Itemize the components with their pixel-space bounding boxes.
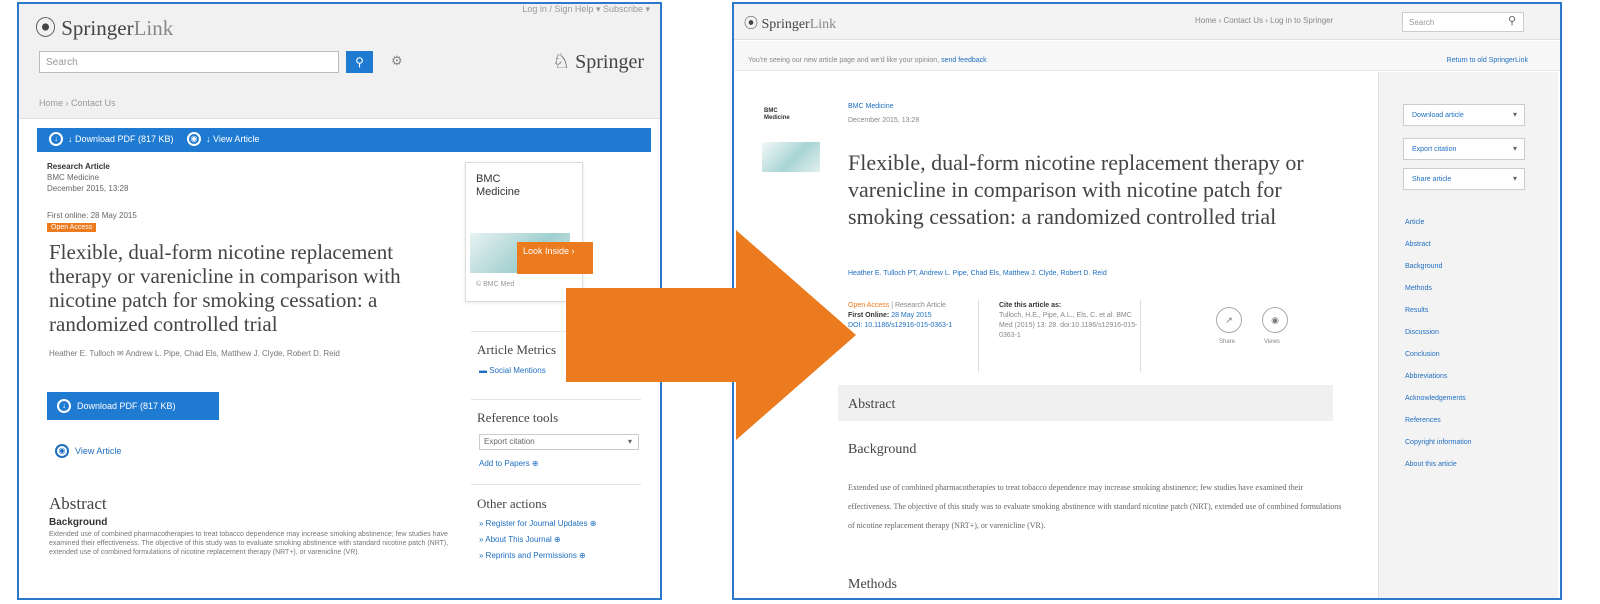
- reprints-link[interactable]: » Reprints and Permissions ⊕: [479, 551, 586, 560]
- export-citation-dropdown[interactable]: Export citation ▾: [1403, 138, 1525, 160]
- journal-cover-image[interactable]: [762, 142, 820, 172]
- breadcrumb[interactable]: Home › Contact Us: [39, 98, 116, 108]
- article-info: Open Access | Research Article First Onl…: [848, 302, 953, 331]
- methods-heading: Methods: [848, 577, 897, 592]
- top-links[interactable]: Log in / Sign Help ▾ Subscribe ▾: [522, 4, 650, 15]
- article-sidebar: Download article ▾ Export citation ▾ Share…: [1378, 72, 1558, 598]
- issue-date: December 2015, 13:28: [848, 117, 920, 124]
- toolbar-download-pdf[interactable]: ↓ ↓ Download PDF (817 KB): [49, 132, 174, 146]
- toc-about[interactable]: About this article: [1405, 461, 1457, 468]
- divider: [1140, 300, 1141, 372]
- toc-copyright[interactable]: Copyright information: [1405, 439, 1472, 446]
- article-meta: Research Article BMC Medicine December 2…: [47, 162, 137, 220]
- abstract-bar: [838, 385, 1333, 421]
- toc-background[interactable]: Background: [1405, 263, 1442, 270]
- about-journal-link[interactable]: » About This Journal ⊕: [479, 535, 561, 544]
- abstract-text: Extended use of combined pharmacotherapi…: [848, 483, 1342, 530]
- article-title: Flexible, dual-form nicotine replacement…: [848, 150, 1304, 229]
- springerlink-logo[interactable]: ⦿ SpringerLink: [744, 13, 836, 33]
- share-label: Share: [1219, 339, 1236, 345]
- toc-abstract[interactable]: Abstract: [1405, 241, 1431, 248]
- toc-results[interactable]: Results: [1405, 307, 1428, 314]
- views-button[interactable]: ◉: [1262, 307, 1288, 333]
- old-header: ⦿ SpringerLink Log in / Sign Help ▾ Subs…: [19, 4, 660, 119]
- view-article-link[interactable]: ◉ View Article: [55, 444, 121, 458]
- horse-icon: ♘: [552, 51, 571, 73]
- toc-references[interactable]: References: [1405, 417, 1441, 424]
- doi-link[interactable]: DOI: 10.1186/s12916-015-0363-1: [848, 321, 952, 331]
- caret-down-icon: ▾: [1512, 110, 1517, 119]
- header-nav[interactable]: Home › Contact Us › Log in to Springer: [1195, 16, 1333, 25]
- journal-link: BMC Medicine: [47, 173, 100, 182]
- views-label: Views: [1264, 339, 1280, 345]
- book-icon: ⦿: [35, 16, 56, 40]
- new-page-screenshot: ⦿ SpringerLink Home › Contact Us › Log i…: [732, 2, 1562, 600]
- toc-article[interactable]: Article: [1405, 219, 1424, 226]
- author-list[interactable]: Heather E. Tulloch ✉ Andrew L. Pipe, Cha…: [49, 349, 340, 358]
- open-access-badge: Open Access: [47, 223, 97, 232]
- reference-tools-heading: Reference tools: [477, 410, 559, 425]
- book-icon: ⦿: [744, 17, 758, 32]
- download-toolbar: ↓ ↓ Download PDF (817 KB) ◉ ↓ View Article: [37, 128, 651, 152]
- author-list[interactable]: Heather E. Tulloch PT, Andrew L. Pipe, C…: [848, 270, 1107, 277]
- comment-icon: ▬: [479, 366, 487, 375]
- other-actions-heading: Other actions: [477, 496, 547, 511]
- download-icon: ↓: [57, 399, 71, 413]
- cite-block: Cite this article as: Tulloch, H.E., Pip…: [999, 302, 1138, 339]
- share-icon: ↗: [1225, 315, 1233, 325]
- journal-link[interactable]: BMC Medicine: [848, 103, 894, 110]
- toolbar-view-article[interactable]: ◉ ↓ View Article: [187, 132, 259, 146]
- eye-icon: ◉: [1271, 315, 1279, 325]
- abstract-heading: Abstract: [49, 494, 107, 513]
- add-to-papers-link[interactable]: Add to Papers ⊕: [479, 459, 539, 468]
- divider: [471, 484, 641, 485]
- caret-down-icon: ▾: [1512, 174, 1517, 183]
- article-metrics-heading: Article Metrics: [477, 342, 557, 357]
- abstract-text: Extended use of combined pharmacotherapi…: [49, 531, 449, 556]
- journal-thumb-label: BMC Medicine: [764, 108, 790, 121]
- toc-discussion[interactable]: Discussion: [1405, 329, 1439, 336]
- send-feedback-link[interactable]: send feedback: [941, 57, 987, 64]
- eye-icon: ◉: [55, 444, 69, 458]
- logo-brand: Springer: [61, 16, 134, 40]
- social-mentions-link[interactable]: ▬ Social Mentions: [479, 366, 546, 375]
- toc-acknowledgements[interactable]: Acknowledgements: [1405, 395, 1466, 402]
- search-button[interactable]: ⚲: [346, 51, 373, 73]
- logo-suffix: Link: [133, 16, 174, 40]
- eye-icon: ◉: [187, 132, 201, 146]
- springer-logo: ♘ Springer: [552, 51, 644, 73]
- background-heading: Background: [49, 517, 108, 528]
- download-article-dropdown[interactable]: Download article ▾: [1403, 104, 1525, 126]
- feedback-notice: You're seeing our new article page and w…: [734, 41, 1560, 71]
- new-header: ⦿ SpringerLink Home › Contact Us › Log i…: [734, 4, 1560, 40]
- transition-arrow-icon: [566, 230, 856, 440]
- background-heading: Background: [848, 442, 917, 457]
- download-icon: ↓: [49, 132, 63, 146]
- download-pdf-button[interactable]: ↓ Download PDF (817 KB): [47, 392, 219, 420]
- toc-abbreviations[interactable]: Abbreviations: [1405, 373, 1447, 380]
- journal-updates-link[interactable]: » Register for Journal Updates ⊕: [479, 519, 596, 528]
- search-input[interactable]: Search: [39, 51, 339, 73]
- journal-name: BMC Medicine: [476, 173, 521, 198]
- gear-icon[interactable]: ⚙: [391, 53, 403, 69]
- search-icon: ⚲: [355, 55, 364, 69]
- return-old-link[interactable]: Return to old SpringerLink: [1447, 57, 1528, 64]
- search-icon[interactable]: ⚲: [1508, 14, 1516, 27]
- share-article-dropdown[interactable]: Share article ▾: [1403, 168, 1525, 190]
- share-button[interactable]: ↗: [1216, 307, 1242, 333]
- search-input[interactable]: Search: [1402, 12, 1524, 32]
- caret-down-icon: ▾: [1512, 144, 1517, 153]
- springerlink-logo[interactable]: ⦿ SpringerLink: [35, 12, 173, 42]
- divider: [978, 300, 979, 372]
- toc-methods[interactable]: Methods: [1405, 285, 1432, 292]
- toc-conclusion[interactable]: Conclusion: [1405, 351, 1440, 358]
- article-title: Flexible, dual-form nicotine replacement…: [49, 240, 401, 336]
